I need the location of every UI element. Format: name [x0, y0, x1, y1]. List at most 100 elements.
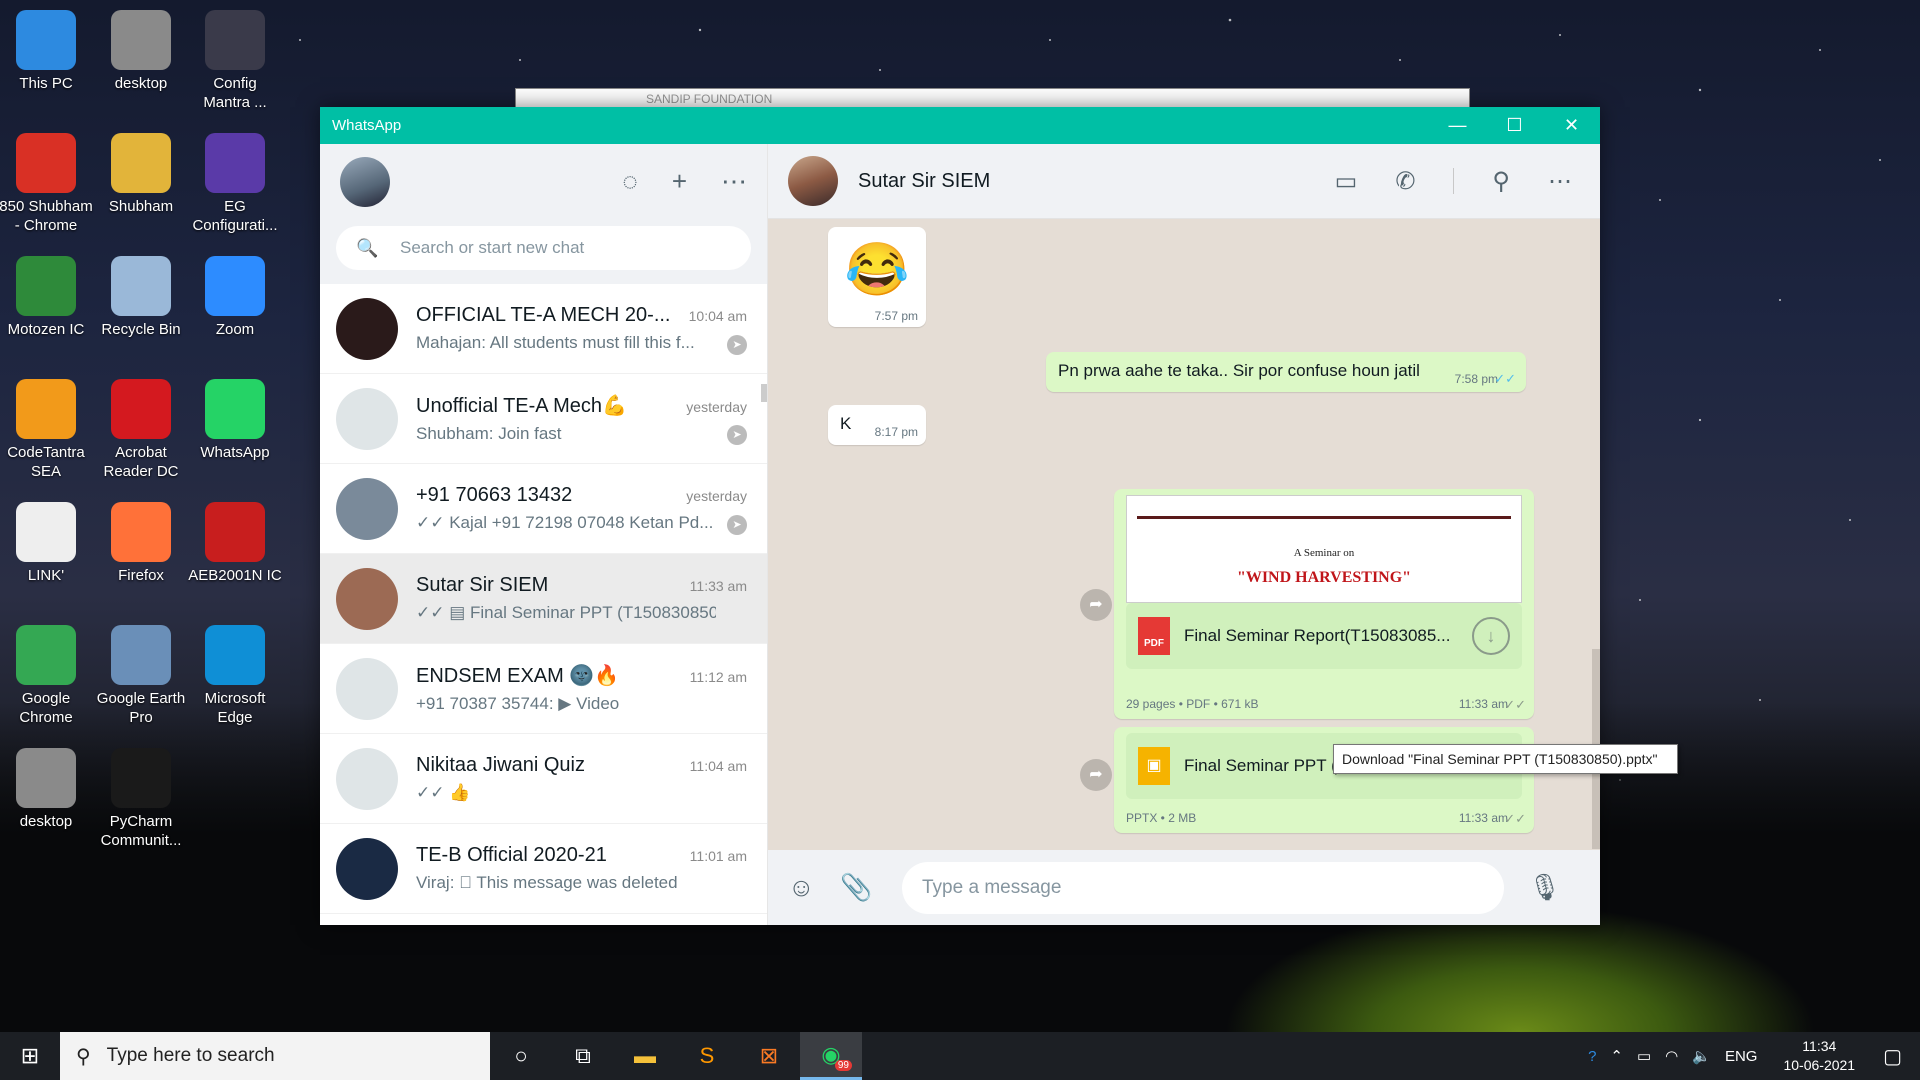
minimize-icon[interactable]: — [1429, 107, 1486, 144]
conversation-header[interactable]: Sutar Sir SIEM ▭ ✆ ⚲ ⋯ [768, 144, 1600, 219]
search-messages-icon[interactable]: ⚲ [1492, 167, 1510, 196]
slides-file-icon: ▣ [1138, 747, 1170, 785]
desktop-icon[interactable]: Zoom [188, 256, 282, 339]
taskbar-whatsapp-icon[interactable]: ◉ 99 [800, 1032, 862, 1080]
clock-time: 11:34 [1802, 1038, 1837, 1054]
conversation-panel: Sutar Sir SIEM ▭ ✆ ⚲ ⋯ 😂 7:57 pm Pn prwa… [768, 144, 1600, 925]
help-icon[interactable]: ? [1588, 1048, 1596, 1065]
status-icon[interactable]: ◌ [622, 166, 637, 197]
desktop-icon[interactable]: Shubham [94, 133, 188, 216]
desktop-icon[interactable]: Microsoft Edge [188, 625, 282, 727]
forward-icon[interactable]: ➦ [1080, 759, 1112, 791]
window-titlebar[interactable]: WhatsApp — ☐ ✕ [320, 107, 1600, 144]
app-icon [205, 256, 265, 316]
my-profile-avatar[interactable] [340, 156, 390, 207]
message-in[interactable]: 😂 7:57 pm [828, 227, 926, 327]
chat-preview: ✓✓ Kajal +91 72198 07048 Ketan Pd... [416, 513, 714, 532]
chat-time: 11:12 am [689, 669, 747, 685]
windows-start-icon[interactable]: ⊞ [0, 1043, 60, 1069]
message-time: 11:33 am [1458, 811, 1508, 825]
contact-avatar[interactable] [788, 156, 838, 206]
volume-icon[interactable]: 🔈 [1692, 1047, 1711, 1065]
document-message-pdf[interactable]: A Seminar on "WIND HARVESTING" PDF Final… [1114, 489, 1534, 719]
video-call-icon[interactable]: ▭ [1335, 167, 1358, 196]
forward-icon[interactable]: ➦ [1080, 589, 1112, 621]
chat-list-item[interactable]: Unofficial TE-A Mech💪 yesterday Shubham: J… [320, 374, 767, 464]
document-meta: 29 pages • PDF • 671 kB [1126, 697, 1259, 711]
desktop-icon[interactable]: LINK' [0, 502, 93, 585]
search-input[interactable]: 🔍 Search or start new chat [336, 226, 751, 270]
message-in[interactable]: K 8:17 pm [828, 405, 926, 445]
cortana-icon[interactable]: ○ [490, 1032, 552, 1080]
contact-name[interactable]: Sutar Sir SIEM [858, 170, 990, 193]
chat-name: +91 70663 13432 [416, 484, 573, 506]
desktop-icon[interactable]: PyCharm Communit... [94, 748, 188, 850]
show-hidden-icons-icon[interactable]: ⌃ [1610, 1047, 1623, 1065]
desktop-icon[interactable]: Config Mantra ... [188, 10, 282, 112]
sidebar-scrollbar[interactable] [761, 384, 767, 402]
desktop-icon[interactable]: Motozen IC [0, 256, 93, 339]
desktop-icon[interactable]: 850 Shubham - Chrome [0, 133, 93, 235]
maximize-icon[interactable]: ☐ [1486, 107, 1543, 144]
taskbar-search-input[interactable]: ⚲ Type here to search [60, 1032, 490, 1080]
desktop-icon[interactable]: desktop [94, 10, 188, 93]
desktop-icon[interactable]: WhatsApp [188, 379, 282, 462]
sidebar-header: ◌ + ⋯ [320, 144, 767, 219]
desktop-icon[interactable]: This PC [0, 10, 93, 93]
chat-time: yesterday [686, 399, 747, 415]
preview-title: "WIND HARVESTING" [1236, 569, 1412, 586]
desktop-icon-label: Config Mantra ... [203, 75, 267, 111]
chat-list-item[interactable]: +91 70663 13432 yesterday ✓✓ Kajal +91 721… [320, 464, 767, 554]
emoji-icon[interactable]: ☺ [788, 872, 840, 903]
desktop-icon[interactable]: Recycle Bin [94, 256, 188, 339]
desktop-icon[interactable]: desktop [0, 748, 93, 831]
desktop-icon[interactable]: Firefox [94, 502, 188, 585]
desktop-icon[interactable]: CodeTantra SEA [0, 379, 93, 481]
desktop-icon-label: AEB2001N IC [188, 567, 282, 584]
chat-time: 11:33 am [689, 578, 747, 594]
sublime-text-icon[interactable]: S [676, 1032, 738, 1080]
menu-dots-icon[interactable]: ⋯ [721, 166, 747, 197]
app-icon [111, 133, 171, 193]
desktop-icon[interactable]: AEB2001N IC [188, 502, 282, 585]
app-icon [16, 502, 76, 562]
chat-list-item[interactable]: ENDSEM EXAM 🌚🔥 11:12 am +91 70387 35744: ▶… [320, 644, 767, 734]
desktop-icon[interactable]: Google Earth Pro [94, 625, 188, 727]
desktop-icon-label: Motozen IC [7, 321, 85, 338]
wifi-icon[interactable]: ◠ [1665, 1047, 1678, 1065]
message-out[interactable]: Pn prwa aahe te taka.. Sir por confuse h… [1046, 352, 1526, 392]
desktop-icon[interactable]: EG Configurati... [188, 133, 282, 235]
download-icon[interactable]: ↓ [1472, 617, 1510, 655]
chat-time: 10:04 am [688, 308, 747, 324]
app-icon [205, 625, 265, 685]
search-area: 🔍 Search or start new chat [320, 219, 767, 284]
voice-call-icon[interactable]: ✆ [1395, 167, 1415, 196]
desktop-icon[interactable]: Google Chrome [0, 625, 93, 727]
microphone-icon[interactable]: 🎙 [1528, 872, 1580, 903]
notifications-icon[interactable]: ▢ [1883, 1044, 1902, 1069]
chat-menu-dots-icon[interactable]: ⋯ [1548, 167, 1572, 196]
task-view-icon[interactable]: ⧉ [552, 1032, 614, 1080]
chat-list-item[interactable]: TE-B Official 2020-21 11:01 am Viraj: ⃠ Th… [320, 824, 767, 914]
chat-preview: Shubham: Join fast [416, 424, 562, 443]
clock[interactable]: 11:34 10-06-2021 [1783, 1037, 1855, 1075]
document-preview[interactable]: A Seminar on "WIND HARVESTING" [1126, 495, 1522, 603]
desktop-icon[interactable]: Acrobat Reader DC [94, 379, 188, 481]
chat-list-item[interactable]: OFFICIAL TE-A MECH 20-... 10:04 am Mahajan… [320, 284, 767, 374]
whatsapp-unread-badge: 99 [834, 1060, 852, 1071]
battery-icon[interactable]: ▭ [1637, 1047, 1651, 1065]
pin-icon: ➤ [727, 515, 747, 535]
chat-list-item[interactable]: Nikitaa Jiwani Quiz 11:04 am ✓✓ 👍 [320, 734, 767, 824]
desktop-icon-label: Zoom [215, 321, 255, 338]
chat-list-item[interactable]: Sutar Sir SIEM 11:33 am ✓✓ ▤ Final Seminar… [320, 554, 767, 644]
close-icon[interactable]: ✕ [1543, 107, 1600, 144]
language-indicator[interactable]: ENG [1725, 1048, 1758, 1065]
file-explorer-icon[interactable]: ▬ [614, 1032, 676, 1080]
attach-icon[interactable]: 📎 [840, 872, 892, 903]
new-chat-icon[interactable]: + [672, 166, 687, 197]
document-message-pptx[interactable]: ▣ Final Seminar PPT ( PPTX • 2 MB 11:33 … [1114, 727, 1534, 833]
xampp-icon[interactable]: ⊠ [738, 1032, 800, 1080]
message-input[interactable]: Type a message [902, 861, 1504, 914]
desktop-icon-label: Shubham [108, 198, 174, 215]
document-file-row[interactable]: PDF Final Seminar Report(T15083085... ↓ [1126, 603, 1522, 669]
